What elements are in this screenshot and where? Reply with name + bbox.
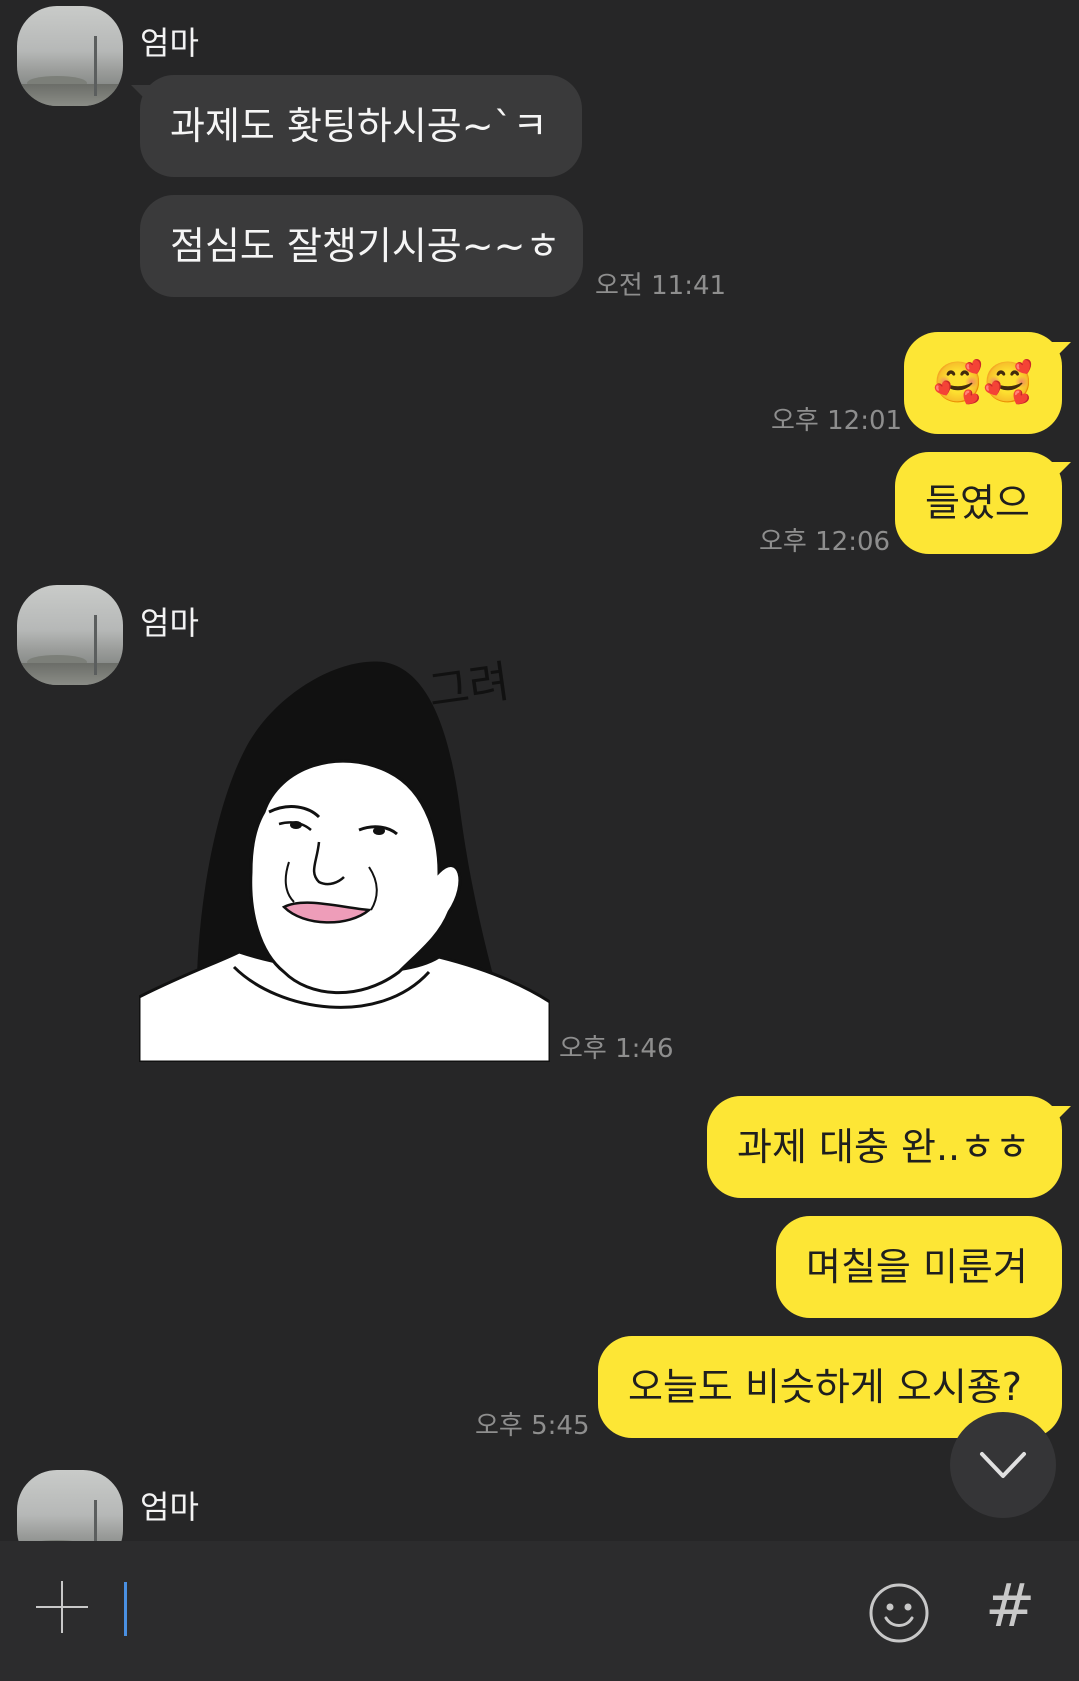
message-bubble[interactable]: 점심도 잘챙기시공~~ㅎ [140, 195, 583, 297]
sender-name: 엄마 [140, 1488, 199, 1526]
timestamp: 오후 12:06 [759, 527, 891, 557]
avatar[interactable] [17, 1470, 123, 1541]
hashtag-button[interactable]: # [985, 1571, 1035, 1641]
sticker-text: 그려 [425, 656, 512, 718]
message-input[interactable] [124, 1582, 127, 1636]
plus-icon[interactable] [36, 1581, 88, 1633]
timestamp: 오후 1:46 [559, 1034, 674, 1064]
timestamp: 오전 11:41 [595, 271, 727, 301]
chat-area: 엄마 과제도 홧팅하시공~`ㅋ 점심도 잘챙기시공~~ㅎ 오전 11:41 오후… [0, 0, 1079, 1541]
chevron-down-icon [980, 1452, 1026, 1478]
sender-name: 엄마 [140, 24, 199, 62]
sticker-image[interactable]: 그려 [139, 652, 550, 1062]
timestamp: 오후 12:01 [771, 406, 903, 436]
message-bubble[interactable]: 들였으 [895, 452, 1062, 554]
avatar[interactable] [17, 585, 123, 685]
message-bubble[interactable]: 과제 대충 완..ㅎㅎ [707, 1096, 1062, 1198]
message-bubble[interactable]: 며칠을 미룬겨 [776, 1216, 1062, 1318]
message-bubble[interactable]: 🥰🥰 [904, 332, 1062, 434]
timestamp: 오후 5:45 [475, 1411, 590, 1441]
smiley-icon[interactable] [868, 1582, 930, 1644]
avatar[interactable] [17, 6, 123, 106]
scroll-to-bottom-button[interactable] [950, 1412, 1056, 1518]
message-input-bar: # [0, 1541, 1079, 1681]
message-bubble[interactable]: 과제도 홧팅하시공~`ㅋ [140, 75, 582, 177]
sender-name: 엄마 [140, 604, 199, 642]
